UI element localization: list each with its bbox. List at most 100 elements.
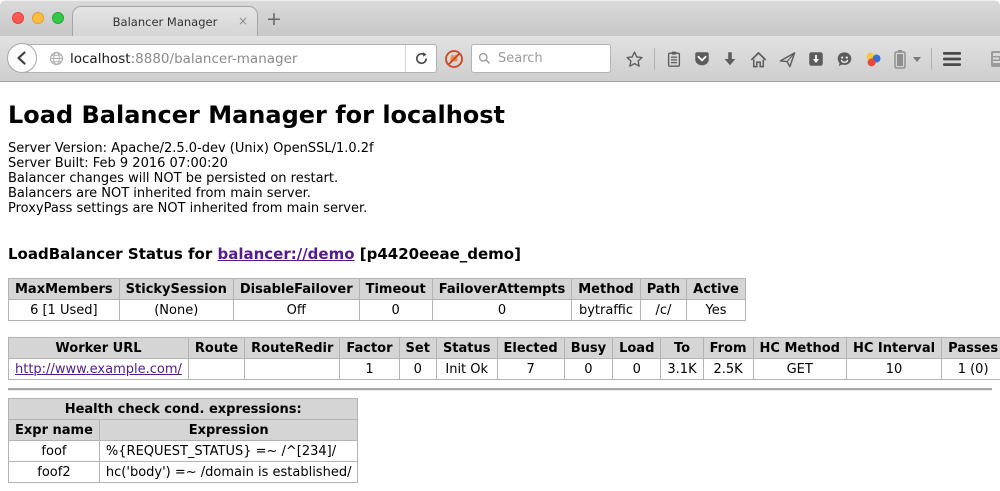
worker-cell: 1: [340, 359, 399, 380]
worker-data-row: http://www.example.com/ 10Init Ok7003.1K…: [9, 359, 1000, 380]
balancer-header-cell: Timeout: [359, 279, 432, 300]
browser-window: Balancer Manager × + localhost:8880/bala…: [0, 0, 1000, 491]
bookmark-star-icon[interactable]: [625, 50, 644, 69]
health-cell: hc('body') =~ /domain is established/: [99, 462, 358, 483]
toolbar-icons: [625, 36, 1000, 82]
worker-header-cell: Route: [188, 338, 244, 359]
balancer-cell: 0: [359, 300, 432, 321]
globe-icon: [49, 51, 64, 66]
balancer-header-cell: MaxMembers: [9, 279, 120, 300]
worker-header-cell: Factor: [340, 338, 399, 359]
horizontal-rule: [8, 388, 992, 391]
worker-cell: 3.1K: [661, 359, 703, 380]
tab-title: Balancer Manager: [113, 15, 218, 29]
paper-plane-icon[interactable]: [778, 50, 797, 69]
search-icon: [478, 52, 491, 65]
worker-header-cell: Status: [436, 338, 497, 359]
worker-cell: 1 (0): [942, 359, 1000, 380]
proxypass-notice-line: ProxyPass settings are NOT inherited fro…: [8, 201, 992, 216]
balancer-cell: Off: [233, 300, 359, 321]
balancers-notice-line: Balancers are NOT inherited from main se…: [8, 186, 992, 201]
back-arrow-icon: [14, 50, 30, 66]
worker-cell: 2.5K: [703, 359, 753, 380]
health-header-cell: Expression: [99, 420, 358, 441]
worker-header-cell: Set: [399, 338, 436, 359]
colored-dots-icon[interactable]: [864, 50, 883, 69]
worker-header-cell: From: [703, 338, 753, 359]
health-cell: foof: [9, 441, 100, 462]
health-cell: foof2: [9, 462, 100, 483]
dropdown-caret-icon[interactable]: [913, 57, 921, 62]
worker-table: Worker URLRouteRouteRedirFactorSetStatus…: [8, 337, 1000, 380]
download-icon[interactable]: [721, 50, 739, 68]
worker-cell: 0: [399, 359, 436, 380]
keyboard-grid-icon[interactable]: [990, 49, 1000, 69]
worker-cell: Init Ok: [436, 359, 497, 380]
balancer-cell: 0: [432, 300, 572, 321]
worker-header-cell: Elected: [497, 338, 564, 359]
heading-suffix: [p4420eeae_demo]: [355, 245, 521, 263]
worker-cell: 0: [613, 359, 661, 380]
balancer-header-cell: StickySession: [119, 279, 233, 300]
tab-bar: Balancer Manager × +: [0, 0, 1000, 36]
battery-icon[interactable]: [893, 49, 907, 69]
plugin-blocked-icon[interactable]: [444, 49, 464, 69]
balancer-cell: bytraffic: [572, 300, 640, 321]
balancer-cell: 6 [1 Used]: [9, 300, 120, 321]
health-check-table: Health check cond. expressions: Expr nam…: [8, 398, 358, 483]
minimize-window-button[interactable]: [32, 12, 44, 24]
close-window-button[interactable]: [12, 12, 24, 24]
worker-cell: [245, 359, 340, 380]
search-bar[interactable]: [471, 44, 611, 73]
balancer-header-cell: Active: [687, 279, 746, 300]
home-icon[interactable]: [749, 50, 768, 69]
balancer-demo-link[interactable]: balancer://demo: [217, 245, 354, 263]
url-host: localhost: [70, 51, 131, 67]
tab-close-icon[interactable]: ×: [238, 15, 248, 27]
health-cell: %{REQUEST_STATUS} =~ /^[234]/: [99, 441, 358, 462]
balancer-cell: (None): [119, 300, 233, 321]
health-header-cell: Expr name: [9, 420, 100, 441]
worker-url-link[interactable]: http://www.example.com/: [15, 362, 182, 377]
clipboard-icon[interactable]: [665, 50, 683, 68]
server-version-line: Server Version: Apache/2.5.0-dev (Unix) …: [8, 141, 992, 156]
worker-header-cell: HC Method: [753, 338, 846, 359]
balancer-status-table: MaxMembersStickySessionDisableFailoverTi…: [8, 278, 746, 321]
balancer-cell: Yes: [687, 300, 746, 321]
search-input[interactable]: [496, 50, 604, 67]
page-title: Load Balancer Manager for localhost: [8, 82, 992, 141]
worker-cell: [188, 359, 244, 380]
new-tab-button[interactable]: +: [266, 8, 282, 30]
loadbalancer-status-heading: LoadBalancer Status for balancer://demo …: [8, 245, 992, 263]
tab-balancer-manager[interactable]: Balancer Manager ×: [72, 6, 258, 37]
pocket-icon[interactable]: [693, 50, 711, 68]
balancer-header-row: MaxMembersStickySessionDisableFailoverTi…: [9, 279, 746, 300]
health-table-title: Health check cond. expressions:: [9, 399, 358, 420]
balancer-cell: /c/: [640, 300, 686, 321]
worker-cell: 0: [564, 359, 612, 380]
balancer-data-row: 6 [1 Used](None)Off00bytraffic/c/Yes: [9, 300, 746, 321]
worker-header-cell: Load: [613, 338, 661, 359]
download-box-icon[interactable]: [807, 50, 825, 68]
zoom-window-button[interactable]: [52, 12, 64, 24]
page-content: Load Balancer Manager for localhost Serv…: [0, 82, 1000, 491]
health-title-row: Health check cond. expressions:: [9, 399, 358, 420]
server-built-line: Server Built: Feb 9 2016 07:00:20: [8, 156, 992, 171]
url-path: :8880/balancer-manager: [131, 51, 298, 67]
worker-header-cell: Passes: [942, 338, 1000, 359]
worker-header-cell: Worker URL: [9, 338, 189, 359]
worker-header-cell: To: [661, 338, 703, 359]
reload-button[interactable]: [406, 51, 436, 66]
worker-cell: 10: [846, 359, 941, 380]
health-header-row: Expr nameExpression: [9, 420, 358, 441]
hamburger-menu-icon[interactable]: [942, 51, 962, 67]
balancer-header-cell: Method: [572, 279, 640, 300]
worker-cell: GET: [753, 359, 846, 380]
chat-smiley-icon[interactable]: [835, 50, 854, 69]
navigation-toolbar: localhost:8880/balancer-manager: [0, 36, 1000, 82]
url-text: localhost:8880/balancer-manager: [70, 51, 405, 67]
balancer-header-cell: Path: [640, 279, 686, 300]
url-bar[interactable]: localhost:8880/balancer-manager: [22, 44, 437, 73]
balancer-header-cell: DisableFailover: [233, 279, 359, 300]
back-button[interactable]: [7, 43, 37, 73]
